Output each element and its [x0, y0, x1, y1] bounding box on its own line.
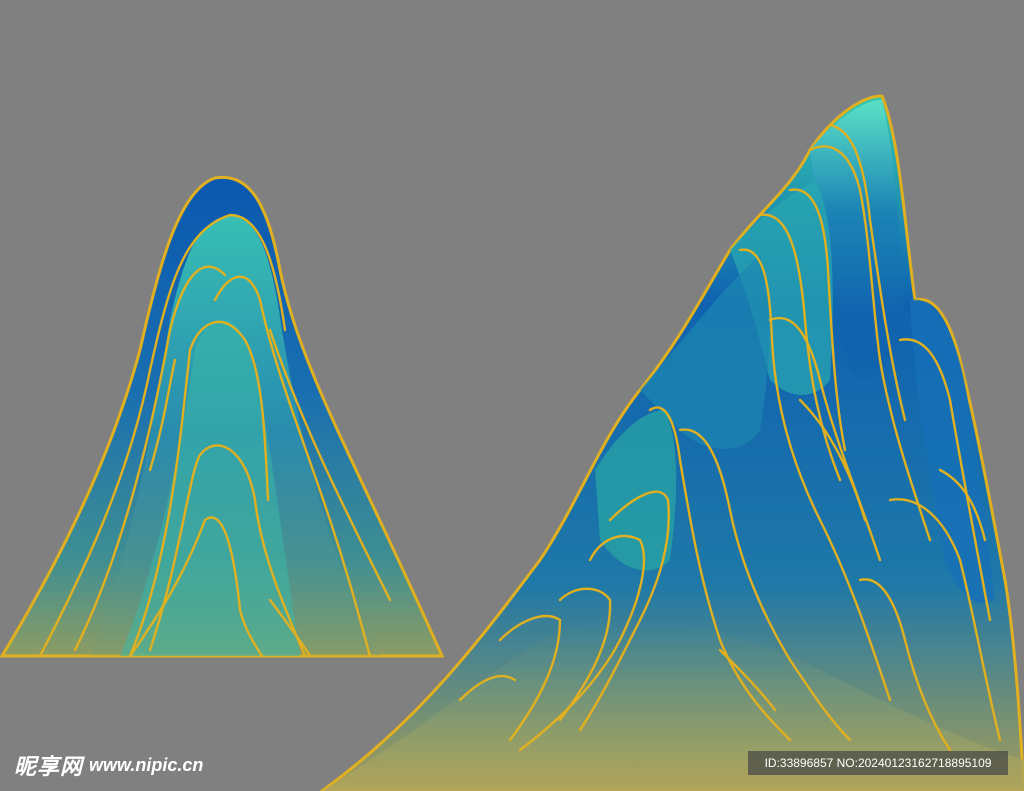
image-id-label: ID:33896857 NO:20240123162718895109	[748, 751, 1008, 775]
site-watermark: 昵享网 www.nipic.cn	[14, 748, 203, 782]
watermark-site-url: www.nipic.cn	[89, 754, 204, 775]
left-mountain	[0, 175, 445, 658]
watermark-site-name: 昵享网	[14, 754, 84, 779]
image-id-text: ID:33896857 NO:20240123162718895109	[764, 756, 992, 770]
right-mountain	[319, 94, 1024, 791]
ink-landscape-illustration	[0, 94, 1024, 791]
